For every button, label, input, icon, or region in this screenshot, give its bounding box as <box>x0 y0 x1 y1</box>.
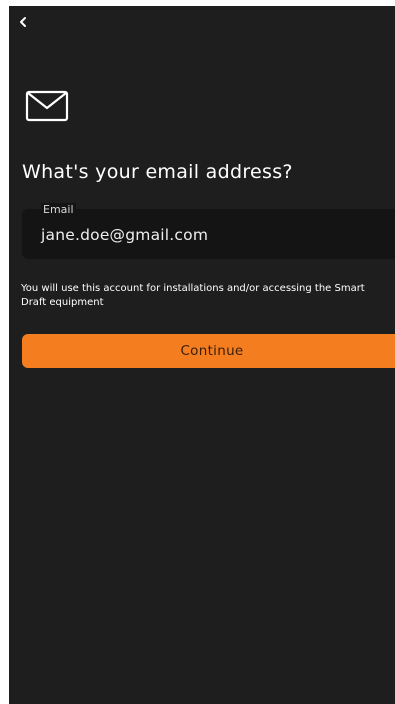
email-screen: What's your email address? Email jane.do… <box>9 6 395 704</box>
helper-text: You will use this account for installati… <box>21 283 365 308</box>
page-title: What's your email address? <box>22 161 293 183</box>
chevron-left-icon <box>20 17 26 27</box>
email-field-label: Email <box>41 203 76 216</box>
email-input[interactable]: jane.doe@gmail.com <box>41 226 208 244</box>
email-field[interactable]: Email jane.doe@gmail.com <box>22 203 395 259</box>
envelope-icon <box>25 90 69 122</box>
back-button[interactable] <box>15 14 31 30</box>
continue-button[interactable]: Continue <box>22 334 395 368</box>
continue-button-label: Continue <box>180 343 244 359</box>
